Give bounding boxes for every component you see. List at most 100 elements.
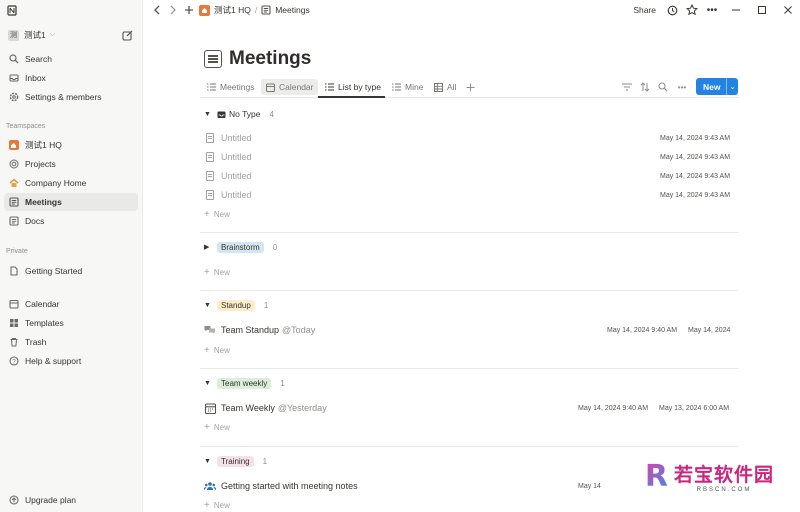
- item-date: May 14, 2024 9:43 AM: [660, 191, 731, 199]
- calendar-icon: [8, 299, 19, 310]
- date-mention[interactable]: @Yesterday: [278, 403, 327, 413]
- tab-label: Calendar: [279, 82, 314, 92]
- group-header-team-weekly[interactable]: ▼ Team weekly 1: [204, 376, 285, 390]
- upgrade-plan-button[interactable]: Upgrade plan: [4, 491, 138, 509]
- more-icon[interactable]: •••: [676, 81, 688, 93]
- sidebar-item-calendar[interactable]: Calendar: [4, 295, 138, 313]
- item-created: May 14, 2024 9:40 AM: [578, 404, 649, 412]
- workspace-name: 测试1: [24, 30, 46, 40]
- item-created: May 14: [578, 482, 601, 490]
- upgrade-plan-label: Upgrade plan: [25, 495, 77, 505]
- list-icon: [206, 82, 216, 92]
- close-icon[interactable]: [782, 4, 794, 16]
- more-icon[interactable]: •••: [706, 4, 718, 16]
- new-item-button[interactable]: + New: [204, 207, 230, 221]
- collapse-toggle-icon[interactable]: ▼: [204, 302, 213, 309]
- new-item-button[interactable]: + New: [204, 343, 230, 357]
- top-bar: 测试1 HQ / Meetings Share •••: [143, 0, 800, 20]
- target-icon: [8, 159, 19, 170]
- trash-icon: [8, 337, 19, 348]
- date-mention[interactable]: @Today: [282, 325, 315, 335]
- forward-icon[interactable]: [167, 4, 179, 16]
- new-item-button[interactable]: + New: [204, 420, 230, 434]
- list-item[interactable]: Untitled May 14, 2024 9:43 AM: [204, 167, 738, 185]
- sidebar-item-label: Meetings: [25, 197, 62, 207]
- sidebar-item-settings[interactable]: Settings & members: [4, 88, 138, 106]
- workspace-switcher[interactable]: 测 测试1 ⌵: [8, 29, 55, 41]
- plus-icon[interactable]: [183, 4, 195, 16]
- star-icon[interactable]: [686, 4, 698, 16]
- home-icon: [8, 140, 19, 151]
- new-button[interactable]: New ⌄: [696, 78, 738, 95]
- item-title: Team Weekly: [221, 403, 275, 413]
- collapse-toggle-icon[interactable]: ▼: [204, 111, 213, 118]
- sidebar-item-trash[interactable]: Trash: [4, 333, 138, 351]
- new-item-button[interactable]: + New: [204, 498, 230, 512]
- page-title[interactable]: Meetings: [229, 48, 311, 70]
- inbox-icon: [8, 73, 19, 84]
- notion-logo-icon[interactable]: [6, 4, 18, 16]
- back-icon[interactable]: [151, 4, 163, 16]
- minimize-icon[interactable]: [730, 4, 742, 16]
- item-date: May 14, 2024 9:43 AM: [660, 153, 731, 161]
- group-header-training[interactable]: ▼ Training 1: [204, 454, 267, 468]
- list-item[interactable]: Untitled May 14, 2024 9:43 AM: [204, 148, 738, 166]
- list-item[interactable]: Team Weekly @Yesterday May 14, 2024 9:40…: [204, 399, 738, 417]
- list-item[interactable]: Untitled May 14, 2024 9:43 AM: [204, 129, 738, 147]
- item-date: May 14, 2024 9:43 AM: [660, 172, 731, 180]
- add-view-icon[interactable]: [464, 81, 476, 93]
- sidebar-item-label: Templates: [25, 318, 64, 328]
- sidebar-item-help[interactable]: ? Help & support: [4, 352, 138, 370]
- sidebar-item-getting-started[interactable]: Getting Started: [4, 262, 138, 280]
- sidebar-item-docs[interactable]: Docs: [4, 212, 138, 230]
- group-divider: [200, 368, 738, 369]
- new-button-label: New: [703, 81, 721, 92]
- group-label: Brainstorm: [217, 241, 264, 253]
- page-icon: [204, 170, 216, 182]
- search-icon[interactable]: [657, 81, 669, 93]
- tab-label: All: [447, 82, 457, 92]
- chevron-down-icon[interactable]: ⌄: [726, 78, 738, 95]
- collapse-toggle-icon[interactable]: ▼: [204, 380, 213, 387]
- chevron-down-icon: ⌵: [49, 31, 56, 38]
- meetings-icon: [261, 5, 271, 15]
- meetings-icon: [204, 50, 222, 68]
- sidebar-item-templates[interactable]: Templates: [4, 314, 138, 332]
- group-header-standup[interactable]: ▼ Standup 1: [204, 298, 268, 312]
- list-item[interactable]: Team Standup @Today May 14, 2024 9:40 AM…: [204, 321, 738, 339]
- calendar-icon: [265, 82, 275, 92]
- breadcrumb-teamspace[interactable]: 测试1 HQ: [214, 4, 251, 16]
- sort-icon[interactable]: [639, 81, 651, 93]
- sidebar-item-search[interactable]: Search: [4, 50, 138, 68]
- templates-icon: [8, 318, 19, 329]
- new-page-icon[interactable]: [122, 30, 133, 41]
- group-count: 1: [263, 300, 269, 310]
- group-header-no-type[interactable]: ▼ No Type 4: [204, 107, 274, 121]
- maximize-icon[interactable]: [756, 4, 768, 16]
- sidebar-item-meetings[interactable]: Meetings: [4, 193, 138, 211]
- share-button[interactable]: Share: [633, 5, 656, 15]
- group-divider: [200, 446, 738, 447]
- list-item[interactable]: Untitled May 14, 2024 9:43 AM: [204, 186, 738, 204]
- group-header-brainstorm[interactable]: ▶ Brainstorm 0: [204, 240, 277, 254]
- filter-icon[interactable]: [621, 81, 633, 93]
- sidebar-item-inbox[interactable]: Inbox: [4, 69, 138, 87]
- sidebar-item-projects[interactable]: Projects: [4, 155, 138, 173]
- collapse-toggle-icon[interactable]: ▼: [204, 458, 213, 465]
- tab-list-by-type[interactable]: List by type: [320, 79, 385, 95]
- tab-meetings[interactable]: Meetings: [202, 79, 259, 95]
- new-item-label: New: [213, 500, 230, 510]
- tab-label: Mine: [405, 82, 424, 92]
- breadcrumb-page[interactable]: Meetings: [275, 5, 310, 15]
- new-item-label: New: [213, 267, 230, 277]
- breadcrumb-separator: /: [254, 5, 258, 15]
- sidebar-item-teamspace[interactable]: 测试1 HQ: [4, 136, 138, 154]
- history-icon[interactable]: [666, 4, 678, 16]
- new-item-button[interactable]: + New: [204, 265, 230, 279]
- tab-mine[interactable]: Mine: [387, 79, 427, 95]
- sidebar-item-company-home[interactable]: Company Home: [4, 174, 138, 192]
- watermark-logo: R 若宝软件园 RBSCN.COM: [638, 457, 780, 496]
- tab-all[interactable]: All: [429, 79, 460, 95]
- collapse-toggle-icon[interactable]: ▶: [204, 243, 213, 251]
- tab-calendar[interactable]: Calendar: [261, 79, 318, 95]
